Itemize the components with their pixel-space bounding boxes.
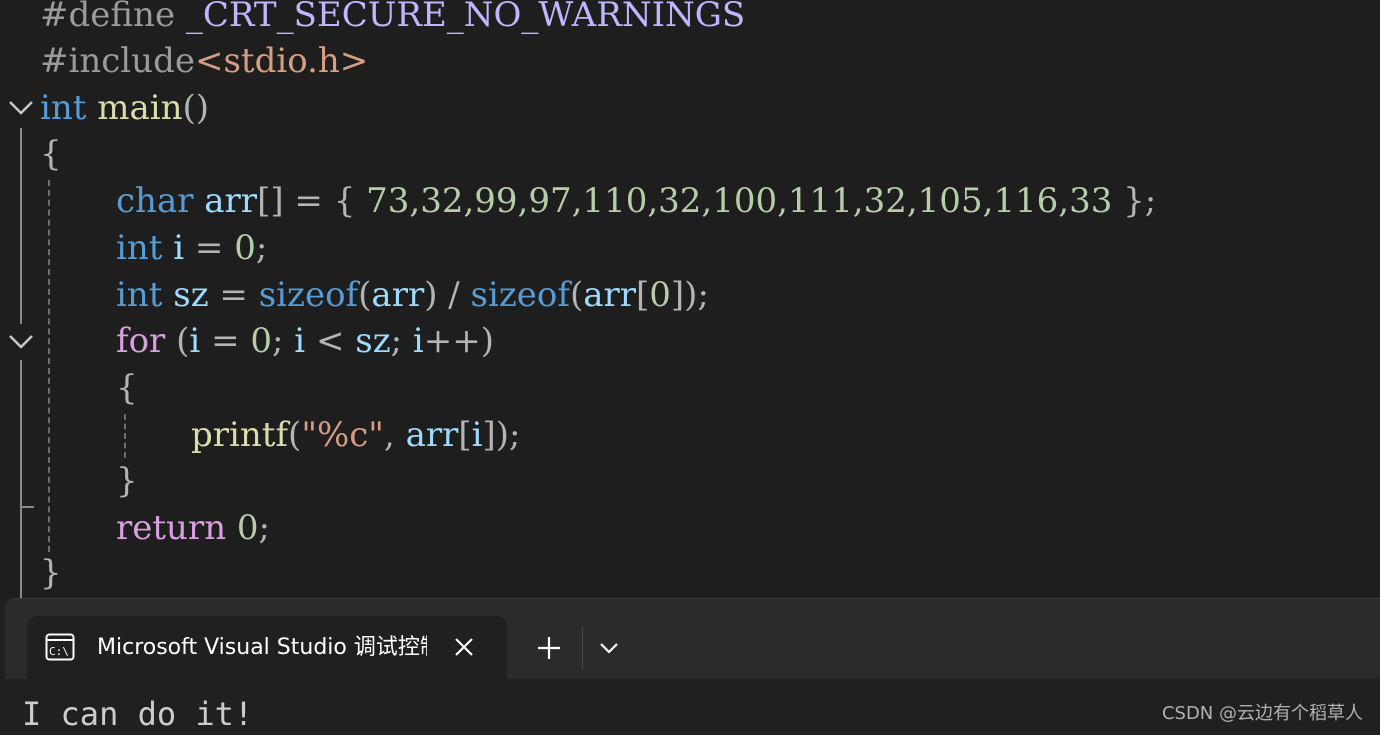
tab-divider (582, 627, 583, 669)
close-icon[interactable] (451, 634, 477, 660)
code-line-1: #define _CRT_SECURE_NO_WARNINGS (40, 0, 746, 35)
code-line-4: { (40, 134, 62, 174)
fold-guide (20, 506, 34, 508)
fold-guide (20, 360, 22, 510)
code-line-9: { (116, 368, 138, 408)
console-tab[interactable]: C:\ Microsoft Visual Studio 调试控制台 (27, 616, 507, 679)
code-line-2: #include<stdio.h> (40, 41, 369, 81)
code-line-13: } (40, 553, 62, 593)
code-line-6: int i = 0; (116, 228, 268, 268)
code-line-3: int main() (40, 88, 210, 128)
code-line-8: for (i = 0; i < sz; i++) (116, 321, 495, 361)
tab-title: Microsoft Visual Studio 调试控制台 (97, 635, 427, 660)
indent-guide (48, 180, 50, 552)
console-output: I can do it! (22, 695, 254, 733)
fold-chevron-icon[interactable] (6, 326, 36, 356)
fold-guide (20, 128, 22, 324)
code-line-11: } (116, 461, 138, 501)
watermark: CSDN @云边有个稻草人 (1161, 703, 1363, 724)
chevron-down-icon[interactable] (596, 635, 622, 661)
fold-chevron-icon[interactable] (6, 92, 36, 122)
debug-console-window: C:\ Microsoft Visual Studio 调试控制台 I can … (0, 598, 1380, 735)
tab-strip: C:\ Microsoft Visual Studio 调试控制台 (5, 598, 1380, 679)
code-line-5: char arr[] = { 73,32,99,97,110,32,100,11… (116, 181, 1157, 221)
plus-icon[interactable] (535, 634, 563, 662)
code-line-10: printf("%c", arr[i]); (191, 415, 521, 455)
svg-text:C:\: C:\ (49, 645, 69, 658)
code-editor[interactable]: #define _CRT_SECURE_NO_WARNINGS #include… (0, 0, 1380, 600)
indent-guide (124, 414, 126, 458)
fold-guide (20, 506, 22, 600)
code-line-7: int sz = sizeof(arr) / sizeof(arr[0]); (116, 275, 709, 315)
code-line-12: return 0; (116, 508, 271, 548)
terminal-icon: C:\ (45, 633, 75, 661)
